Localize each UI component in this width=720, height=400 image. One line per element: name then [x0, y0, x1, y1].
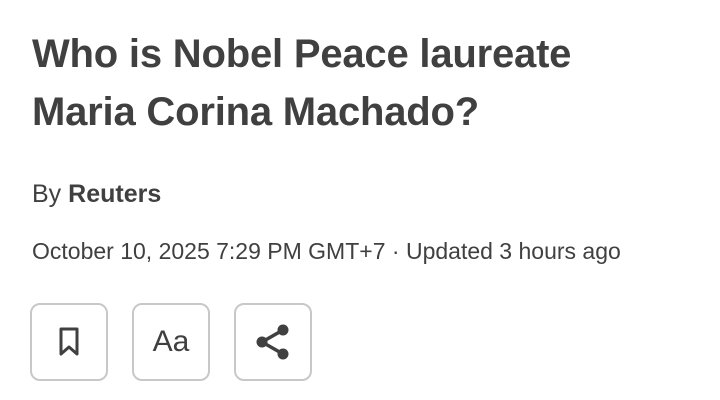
share-icon	[253, 322, 293, 362]
headline-line-2: Maria Corina Machado?	[32, 90, 479, 134]
byline: By Reuters	[32, 178, 161, 210]
share-button[interactable]	[234, 303, 312, 381]
text-size-button[interactable]: Aa	[132, 303, 210, 381]
dateline: October 10, 2025 7:29 PM GMT+7 · Updated…	[32, 235, 621, 267]
article-header: Who is Nobel Peace laureate Maria Corina…	[0, 0, 720, 400]
publish-date: October 10, 2025 7:29 PM GMT+7	[32, 238, 386, 264]
byline-prefix: By	[32, 180, 62, 208]
updated-time: Updated 3 hours ago	[405, 238, 621, 264]
bookmark-button[interactable]	[30, 303, 108, 381]
bookmark-icon	[58, 327, 80, 357]
article-toolbar: Aa	[30, 303, 312, 381]
headline-line-1: Who is Nobel Peace laureate	[32, 32, 572, 76]
text-size-label: Aa	[152, 325, 190, 358]
article-headline: Who is Nobel Peace laureate Maria Corina…	[32, 0, 692, 141]
author-link[interactable]: Reuters	[68, 180, 161, 208]
dateline-separator: ·	[391, 238, 400, 264]
